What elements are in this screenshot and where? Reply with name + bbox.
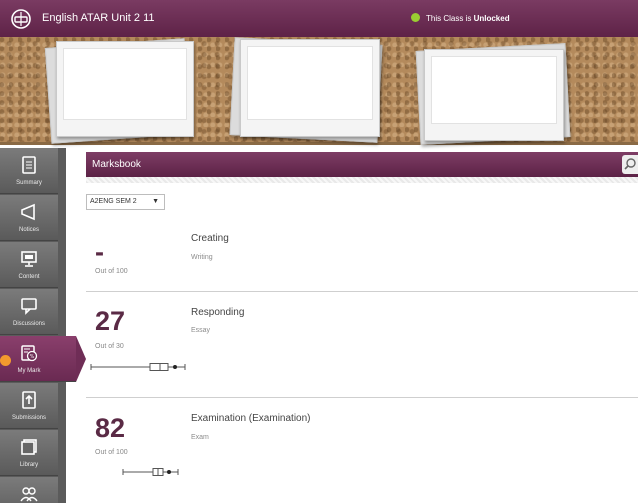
caret-down-icon: ▼ bbox=[152, 198, 159, 205]
assessment-subtitle: Writing bbox=[191, 254, 213, 261]
assessment-out-of: Out of 30 bbox=[95, 343, 124, 350]
sidebar-item-label: Notices bbox=[18, 227, 39, 233]
marks-icon: % bbox=[21, 345, 38, 362]
document-icon bbox=[22, 156, 36, 174]
assessment-score: - bbox=[95, 237, 104, 267]
assessment-subtitle: Essay bbox=[191, 327, 211, 334]
sidebar-item-label: My Mark bbox=[17, 368, 41, 374]
status-prefix: This Class is bbox=[426, 14, 472, 23]
megaphone-icon bbox=[21, 203, 35, 221]
photo-frame bbox=[424, 49, 564, 141]
sidebar-item-library[interactable]: Library bbox=[0, 430, 58, 476]
assessment-title[interactable]: Examination (Examination) bbox=[191, 413, 311, 424]
sidebar-item-content[interactable]: Content bbox=[0, 242, 58, 288]
search-button[interactable] bbox=[622, 155, 638, 174]
header-stripe bbox=[86, 177, 638, 183]
sidebar-item-label: Submissions bbox=[11, 415, 46, 421]
svg-text:%: % bbox=[30, 354, 35, 360]
upload-icon bbox=[22, 391, 36, 409]
assessment-out-of: Out of 100 bbox=[95, 268, 128, 275]
photo-frame bbox=[56, 41, 194, 137]
assessment-title[interactable]: Responding bbox=[191, 307, 244, 318]
assessment-out-of: Out of 100 bbox=[95, 449, 128, 456]
sidebar: Summary Notices Content Discussions % My… bbox=[0, 148, 86, 503]
assessment-title[interactable]: Creating bbox=[191, 233, 229, 244]
corkboard-banner bbox=[0, 37, 638, 145]
photo-frame bbox=[240, 39, 380, 137]
library-icon bbox=[21, 439, 37, 455]
sidebar-item-my-mark[interactable]: % My Mark bbox=[0, 336, 86, 382]
sidebar-item-label: Library bbox=[19, 462, 39, 468]
row-divider bbox=[86, 291, 638, 292]
people-icon bbox=[20, 487, 38, 502]
top-bar: English ATAR Unit 2 11 This Class is Unl… bbox=[0, 0, 638, 37]
class-logo-icon bbox=[11, 9, 31, 29]
search-icon bbox=[624, 158, 636, 170]
sidebar-item-label: Discussions bbox=[12, 321, 45, 327]
marksbook-header: Marksbook bbox=[86, 152, 638, 177]
sidebar-item-discussions[interactable]: Discussions bbox=[0, 289, 58, 335]
score-boxplot bbox=[122, 468, 179, 476]
semester-select-value: A2ENG SEM 2 bbox=[90, 198, 137, 205]
class-status: This Class is Unlocked bbox=[411, 13, 510, 23]
row-divider bbox=[86, 397, 638, 398]
notification-dot bbox=[0, 355, 11, 366]
monitor-icon bbox=[21, 251, 37, 267]
status-value: Unlocked bbox=[473, 14, 510, 23]
app-window: English ATAR Unit 2 11 This Class is Unl… bbox=[0, 0, 638, 503]
sidebar-item-label: Content bbox=[18, 274, 40, 280]
sidebar-item-notices[interactable]: Notices bbox=[0, 195, 58, 241]
score-boxplot bbox=[90, 363, 186, 371]
sidebar-item-label: Summary bbox=[16, 180, 42, 186]
assessment-score: 82 bbox=[95, 413, 126, 443]
sidebar-item-people[interactable] bbox=[0, 477, 58, 503]
sidebar-item-summary[interactable]: Summary bbox=[0, 148, 58, 194]
page-title: Marksbook bbox=[92, 159, 141, 170]
sidebar-item-submissions[interactable]: Submissions bbox=[0, 383, 58, 429]
class-title: English ATAR Unit 2 11 bbox=[42, 12, 155, 24]
assessment-score: 27 bbox=[95, 306, 126, 336]
semester-select[interactable]: A2ENG SEM 2 ▼ bbox=[86, 194, 165, 210]
chat-icon bbox=[21, 298, 37, 315]
status-dot-icon bbox=[411, 13, 420, 22]
assessment-subtitle: Exam bbox=[191, 434, 209, 441]
